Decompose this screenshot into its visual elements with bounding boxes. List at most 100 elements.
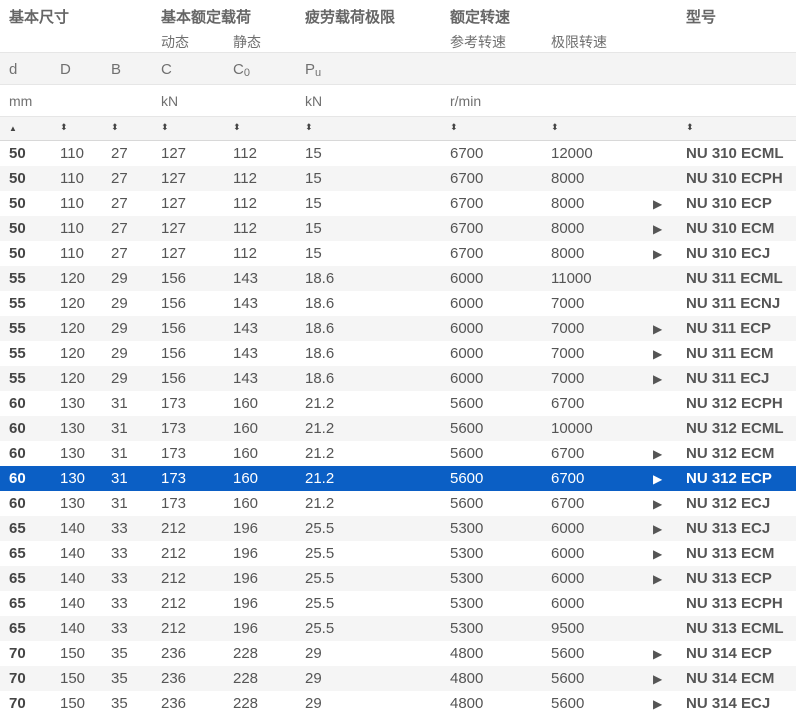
cell-fatigue-limit: 21.2 xyxy=(305,395,335,412)
cell-width: 33 xyxy=(111,520,128,537)
play-icon[interactable]: ▶ xyxy=(653,697,662,711)
play-icon[interactable]: ▶ xyxy=(653,522,662,536)
table-row[interactable]: 65 140 33 212 196 25.5 5300 9500 NU 313 … xyxy=(0,616,796,641)
cell-dynamic-load: 212 xyxy=(161,595,187,612)
cell-d: 60 xyxy=(9,420,26,437)
cell-designation-link[interactable]: NU 311 ECM xyxy=(686,345,774,362)
cell-width: 33 xyxy=(111,545,128,562)
table-row[interactable]: 60 130 31 173 160 21.2 5600 10000 NU 312… xyxy=(0,416,796,441)
table-row[interactable]: 50 110 27 127 112 15 6700 12000 NU 310 E… xyxy=(0,141,796,166)
cell-limiting-speed: 6000 xyxy=(551,520,585,537)
play-icon[interactable]: ▶ xyxy=(653,647,662,661)
cell-fatigue-limit: 18.6 xyxy=(305,295,335,312)
play-icon[interactable]: ▶ xyxy=(653,372,662,386)
table-row[interactable]: 65 140 33 212 196 25.5 5300 6000 ▶ NU 31… xyxy=(0,516,796,541)
cell-designation-link[interactable]: NU 314 ECJ xyxy=(686,695,770,712)
cell-limiting-speed: 9500 xyxy=(551,620,585,637)
table-row[interactable]: 55 120 29 156 143 18.6 6000 7000 ▶ NU 31… xyxy=(0,366,796,391)
sort-both-icon[interactable]: ⬍ xyxy=(551,121,559,133)
cell-designation-link[interactable]: NU 312 ECJ xyxy=(686,495,770,512)
play-icon[interactable]: ▶ xyxy=(653,672,662,686)
cell-designation-link[interactable]: NU 310 ECP xyxy=(686,195,772,212)
cell-d: 50 xyxy=(9,245,26,262)
cell-designation-link[interactable]: NU 313 ECML xyxy=(686,620,784,637)
table-row[interactable]: 65 140 33 212 196 25.5 5300 6000 ▶ NU 31… xyxy=(0,566,796,591)
table-row[interactable]: 60 130 31 173 160 21.2 5600 6700 NU 312 … xyxy=(0,391,796,416)
cell-static-load: 160 xyxy=(233,445,259,462)
cell-limiting-speed: 6700 xyxy=(551,470,585,487)
sort-both-icon[interactable]: ⬍ xyxy=(111,121,119,133)
cell-designation-link[interactable]: NU 312 ECML xyxy=(686,420,784,437)
cell-designation-link[interactable]: NU 314 ECM xyxy=(686,670,774,687)
play-icon[interactable]: ▶ xyxy=(653,322,662,336)
table-row[interactable]: 65 140 33 212 196 25.5 5300 6000 NU 313 … xyxy=(0,591,796,616)
cell-designation-link[interactable]: NU 310 ECML xyxy=(686,145,784,162)
cell-d: 50 xyxy=(9,220,26,237)
play-icon[interactable]: ▶ xyxy=(653,197,662,211)
play-icon[interactable]: ▶ xyxy=(653,472,662,486)
cell-designation-link[interactable]: NU 311 ECNJ xyxy=(686,295,780,312)
table-row[interactable]: 55 120 29 156 143 18.6 6000 7000 NU 311 … xyxy=(0,291,796,316)
cell-dynamic-load: 173 xyxy=(161,395,187,412)
table-row[interactable]: 70 150 35 236 228 29 4800 5600 ▶ NU 314 … xyxy=(0,666,796,691)
sort-both-icon[interactable]: ⬍ xyxy=(305,121,313,133)
cell-limiting-speed: 6000 xyxy=(551,595,585,612)
play-icon[interactable]: ▶ xyxy=(653,247,662,261)
cell-designation-link[interactable]: NU 312 ECPH xyxy=(686,395,783,412)
sort-both-icon[interactable]: ⬍ xyxy=(60,121,68,133)
cell-static-load: 196 xyxy=(233,595,259,612)
table-row[interactable]: 55 120 29 156 143 18.6 6000 7000 ▶ NU 31… xyxy=(0,341,796,366)
cell-designation-link[interactable]: NU 313 ECPH xyxy=(686,595,783,612)
play-icon[interactable]: ▶ xyxy=(653,572,662,586)
play-icon[interactable]: ▶ xyxy=(653,347,662,361)
cell-designation-link[interactable]: NU 310 ECPH xyxy=(686,170,783,187)
play-icon[interactable]: ▶ xyxy=(653,497,662,511)
cell-designation-link[interactable]: NU 313 ECP xyxy=(686,570,772,587)
cell-designation-link[interactable]: NU 310 ECM xyxy=(686,220,774,237)
cell-fatigue-limit: 18.6 xyxy=(305,270,335,287)
cell-designation-link[interactable]: NU 313 ECM xyxy=(686,545,774,562)
cell-static-load: 228 xyxy=(233,695,259,712)
cell-reference-speed: 6700 xyxy=(450,195,484,212)
cell-outer-diameter: 120 xyxy=(60,370,86,387)
cell-designation-link[interactable]: NU 313 ECJ xyxy=(686,520,770,537)
cell-dynamic-load: 173 xyxy=(161,445,187,462)
play-icon[interactable]: ▶ xyxy=(653,447,662,461)
cell-designation-link[interactable]: NU 312 ECP xyxy=(686,470,772,487)
play-icon[interactable]: ▶ xyxy=(653,222,662,236)
sort-both-icon[interactable]: ⬍ xyxy=(686,121,694,133)
table-row[interactable]: 55 120 29 156 143 18.6 6000 11000 NU 311… xyxy=(0,266,796,291)
table-row[interactable]: 60 130 31 173 160 21.2 5600 6700 ▶ NU 31… xyxy=(0,466,796,491)
cell-reference-speed: 5300 xyxy=(450,620,484,637)
table-row[interactable]: 70 150 35 236 228 29 4800 5600 ▶ NU 314 … xyxy=(0,691,796,716)
table-row[interactable]: 50 110 27 127 112 15 6700 8000 NU 310 EC… xyxy=(0,166,796,191)
cell-outer-diameter: 130 xyxy=(60,495,86,512)
play-icon[interactable]: ▶ xyxy=(653,547,662,561)
cell-designation-link[interactable]: NU 311 ECML xyxy=(686,270,783,287)
cell-limiting-speed: 5600 xyxy=(551,670,585,687)
table-row[interactable]: 50 110 27 127 112 15 6700 8000 ▶ NU 310 … xyxy=(0,216,796,241)
table-row[interactable]: 60 130 31 173 160 21.2 5600 6700 ▶ NU 31… xyxy=(0,491,796,516)
cell-designation-link[interactable]: NU 311 ECJ xyxy=(686,370,769,387)
sort-asc-icon[interactable]: ▲ xyxy=(9,123,17,135)
cell-designation-link[interactable]: NU 311 ECP xyxy=(686,320,771,337)
cell-designation-link[interactable]: NU 310 ECJ xyxy=(686,245,770,262)
table-row[interactable]: 60 130 31 173 160 21.2 5600 6700 ▶ NU 31… xyxy=(0,441,796,466)
table-row[interactable]: 50 110 27 127 112 15 6700 8000 ▶ NU 310 … xyxy=(0,241,796,266)
cell-reference-speed: 6000 xyxy=(450,370,484,387)
cell-designation-link[interactable]: NU 314 ECP xyxy=(686,645,772,662)
cell-width: 27 xyxy=(111,170,128,187)
cell-dynamic-load: 156 xyxy=(161,320,187,337)
sort-both-icon[interactable]: ⬍ xyxy=(161,121,169,133)
sort-both-icon[interactable]: ⬍ xyxy=(233,121,241,133)
cell-reference-speed: 5300 xyxy=(450,520,484,537)
table-row[interactable]: 70 150 35 236 228 29 4800 5600 ▶ NU 314 … xyxy=(0,641,796,666)
cell-outer-diameter: 140 xyxy=(60,520,86,537)
table-row[interactable]: 55 120 29 156 143 18.6 6000 7000 ▶ NU 31… xyxy=(0,316,796,341)
cell-designation-link[interactable]: NU 312 ECM xyxy=(686,445,774,462)
cell-width: 29 xyxy=(111,345,128,362)
sort-both-icon[interactable]: ⬍ xyxy=(450,121,458,133)
table-row[interactable]: 50 110 27 127 112 15 6700 8000 ▶ NU 310 … xyxy=(0,191,796,216)
cell-dynamic-load: 127 xyxy=(161,245,187,262)
table-row[interactable]: 65 140 33 212 196 25.5 5300 6000 ▶ NU 31… xyxy=(0,541,796,566)
